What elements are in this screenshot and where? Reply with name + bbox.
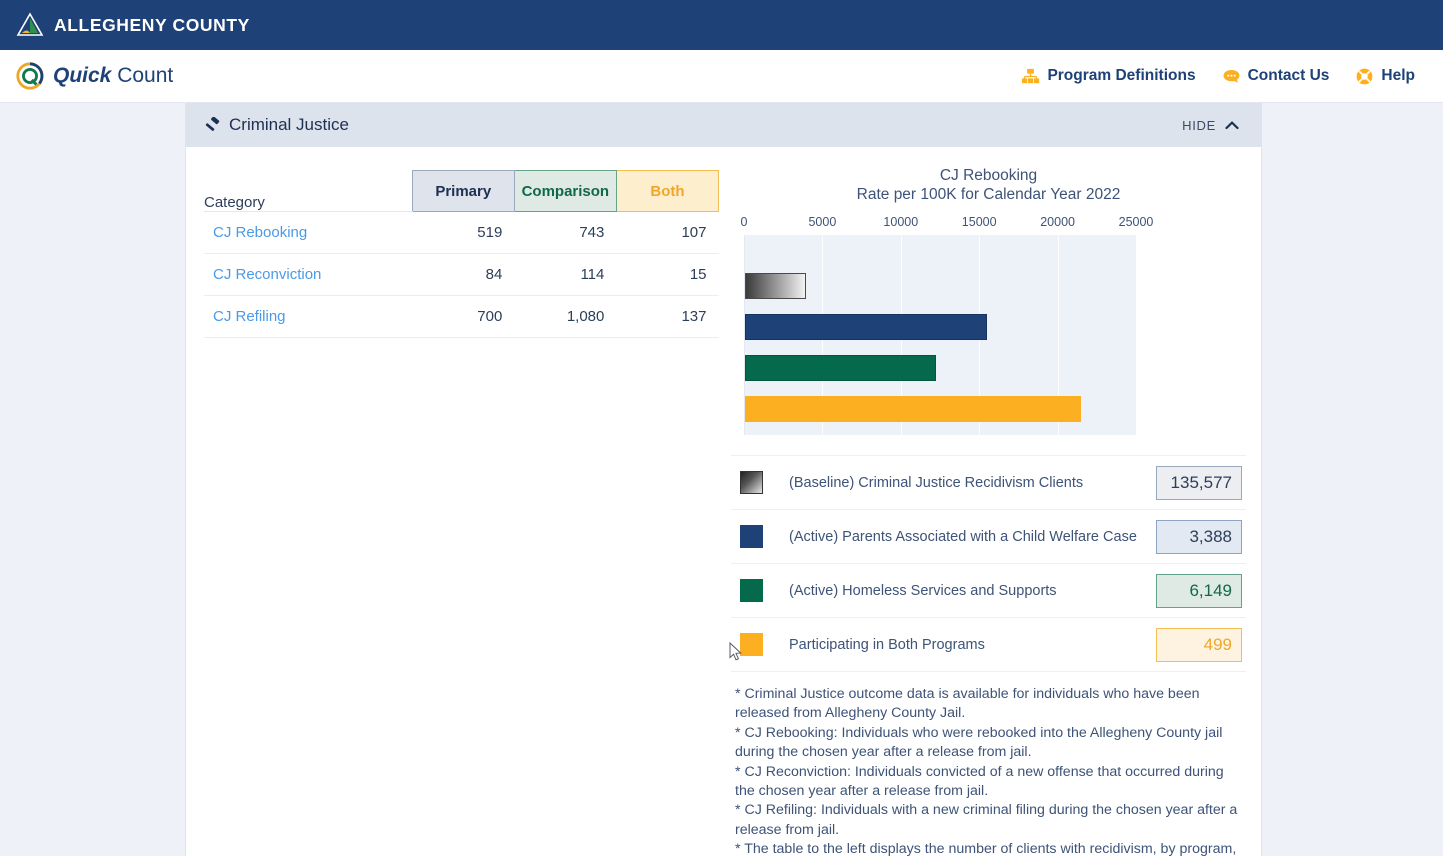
cell-reconviction-comparison: 114 <box>514 253 617 296</box>
chart-x-axis: 0 5000 10000 15000 20000 25000 <box>731 215 1246 233</box>
legend-label-primary: (Active) Parents Associated with a Child… <box>789 528 1137 545</box>
col-header-both[interactable]: Both <box>615 170 720 212</box>
footnote-line-3: * CJ Reconviction: Individuals convicted… <box>735 763 1224 800</box>
chat-bubble-icon <box>1223 69 1240 83</box>
cell-refiling-primary: 700 <box>412 295 515 338</box>
row-label-cj-rebooking[interactable]: CJ Rebooking <box>204 211 413 254</box>
nav-program-definitions-label: Program Definitions <box>1047 67 1196 84</box>
cell-rebooking-primary: 519 <box>412 211 515 254</box>
app-header-bar: Quick Count Program Definitions Contact … <box>0 50 1443 103</box>
left-rail <box>0 103 186 856</box>
hide-toggle[interactable]: HIDE <box>1182 118 1239 133</box>
cj-table: Category Primary Comparison Both CJ Rebo… <box>204 170 720 338</box>
header-nav: Program Definitions Contact Us Help <box>1021 67 1443 86</box>
quick-count-page: ALLEGHENY COUNTY Quick Count Program Def… <box>0 0 1443 856</box>
legend-label-baseline: (Baseline) Criminal Justice Recidivism C… <box>789 474 1084 491</box>
bar-primary[interactable] <box>745 314 987 340</box>
x-axis-tick-label: 10000 <box>883 215 919 229</box>
footnote-line-4: * CJ Refiling: Individuals with a new cr… <box>735 802 1238 819</box>
cell-refiling-comparison: 1,080 <box>514 295 617 338</box>
legend-value-primary: 3,388 <box>1156 519 1242 554</box>
page-body: Criminal Justice HIDE Category Primary C… <box>0 103 1443 856</box>
gavel-icon <box>205 116 220 131</box>
chart-title: CJ Rebooking <box>939 167 1038 184</box>
table-row: CJ Reconviction 84 114 15 <box>204 253 719 296</box>
table-header-row: Category Primary Comparison Both <box>204 170 720 212</box>
chevron-up-icon <box>1225 121 1239 130</box>
footnote-line-5: release from jail. <box>735 821 840 838</box>
org-chart-icon <box>1022 68 1040 83</box>
row-label-cj-reconviction[interactable]: CJ Reconviction <box>204 253 413 296</box>
cell-reconviction-primary: 84 <box>412 253 515 296</box>
legend-row-baseline[interactable]: (Baseline) Criminal Justice Recidivism C… <box>731 456 1246 510</box>
legend-value-comparison: 6,149 <box>1156 573 1242 608</box>
quick-count-circle-logo-icon <box>16 62 44 90</box>
col-header-category: Category <box>204 170 413 212</box>
nav-contact-us[interactable]: Contact Us <box>1222 67 1330 86</box>
primary-navy-swatch-icon <box>740 525 763 548</box>
footnote-line-6: * The table to the left displays the num… <box>735 841 1237 856</box>
both-orange-swatch-icon <box>740 633 763 656</box>
cj-chart-panel: CJ Rebooking Rate per 100K for Calendar … <box>731 157 1246 856</box>
app-logo[interactable]: Quick Count <box>15 61 173 91</box>
app-wordmark: Quick Count <box>53 64 173 88</box>
col-header-comparison[interactable]: Comparison <box>513 170 617 212</box>
bar-baseline[interactable] <box>745 273 806 299</box>
col-header-primary[interactable]: Primary <box>411 170 515 212</box>
hide-label: HIDE <box>1182 117 1216 133</box>
nav-contact-us-label: Contact Us <box>1247 67 1330 84</box>
chart-title-group: CJ Rebooking Rate per 100K for Calendar … <box>731 157 1246 204</box>
x-axis-tick-label: 20000 <box>1040 215 1075 229</box>
county-title: ALLEGHENY COUNTY <box>54 14 250 35</box>
right-rail <box>1262 103 1443 856</box>
comparison-green-swatch-icon <box>740 579 763 602</box>
chart-gridline <box>1136 235 1137 435</box>
legend-label-both: Participating in Both Programs <box>789 636 985 653</box>
allegheny-triangle-logo-icon <box>16 12 44 36</box>
bar-both[interactable] <box>745 396 1082 422</box>
card-title-group: Criminal Justice <box>204 115 349 135</box>
cell-rebooking-both: 107 <box>616 211 719 254</box>
bar-comparison[interactable] <box>745 355 936 381</box>
card-header: Criminal Justice HIDE <box>186 103 1261 147</box>
chart-plot-area <box>744 235 1137 435</box>
table-row: CJ Rebooking 519 743 107 <box>204 211 719 254</box>
footnote-line-1: * Criminal Justice outcome data is avail… <box>735 686 1200 722</box>
wordmark-count: Count <box>111 64 174 87</box>
x-axis-tick-label: 25000 <box>1118 215 1154 229</box>
footnote-line-2: * CJ Rebooking: Individuals who were reb… <box>735 724 1223 761</box>
nav-help[interactable]: Help <box>1355 67 1415 86</box>
legend-row-comparison[interactable]: (Active) Homeless Services and Supports … <box>731 564 1246 618</box>
county-header-bar: ALLEGHENY COUNTY <box>0 0 1443 50</box>
chart-subtitle: Rate per 100K for Calendar Year 2022 <box>856 185 1121 203</box>
chart-plot-wrap: 0 5000 10000 15000 20000 25000 <box>731 215 1246 439</box>
cell-refiling-both: 137 <box>616 295 719 338</box>
card-title: Criminal Justice <box>229 115 349 134</box>
card-body: Category Primary Comparison Both CJ Rebo… <box>186 147 1261 856</box>
x-axis-tick-label: 15000 <box>961 215 997 229</box>
nav-program-definitions[interactable]: Program Definitions <box>1021 67 1196 86</box>
legend-row-primary[interactable]: (Active) Parents Associated with a Child… <box>731 510 1246 564</box>
x-axis-tick-label: 0 <box>740 215 748 229</box>
legend-label-comparison: (Active) Homeless Services and Supports <box>789 582 1057 599</box>
wordmark-quick: Quick <box>53 64 112 87</box>
legend-row-both[interactable]: Participating in Both Programs 499 <box>731 618 1246 672</box>
cell-reconviction-both: 15 <box>616 253 719 296</box>
baseline-gradient-swatch-icon <box>740 471 763 494</box>
cell-rebooking-comparison: 743 <box>514 211 617 254</box>
legend-value-baseline: 135,577 <box>1156 465 1242 500</box>
row-label-cj-refiling[interactable]: CJ Refiling <box>204 295 413 338</box>
legend-value-both: 499 <box>1156 627 1242 662</box>
criminal-justice-card: Criminal Justice HIDE Category Primary C… <box>185 103 1262 856</box>
chart-legend: (Baseline) Criminal Justice Recidivism C… <box>731 455 1246 672</box>
nav-help-label: Help <box>1381 67 1415 84</box>
life-ring-icon <box>1357 68 1373 84</box>
cj-table-panel: Category Primary Comparison Both CJ Rebo… <box>204 170 720 338</box>
chart-footnotes: * Criminal Justice outcome data is avail… <box>731 685 1246 856</box>
x-axis-tick-label: 5000 <box>808 215 837 229</box>
table-row: CJ Refiling 700 1,080 137 <box>204 295 719 338</box>
